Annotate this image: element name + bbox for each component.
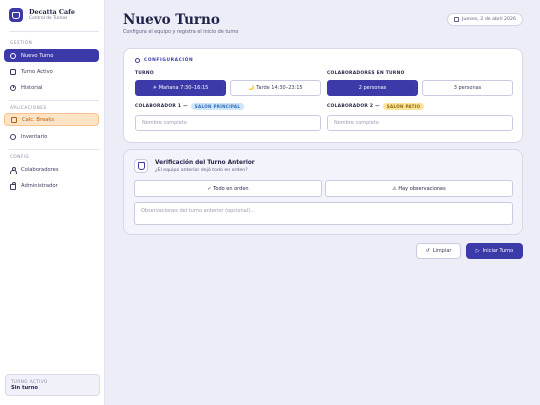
section-label-config: CONFIG [10, 154, 30, 159]
config-section-header: CONFIGURACIÓN [135, 58, 193, 63]
colab-count-option-3[interactable]: 3 personas [422, 80, 513, 96]
calculator-icon [11, 116, 17, 123]
observaciones-textarea[interactable]: Observaciones del turno anterior (opcion… [134, 202, 513, 225]
sidebar-item-turno-activo[interactable]: Turno Activo [4, 65, 99, 78]
collab2-name-input[interactable]: Nombre completo [327, 115, 513, 131]
sidebar-item-label: Historial [21, 84, 43, 91]
divider [9, 149, 99, 150]
sidebar-item-colaboradores[interactable]: Colaboradores [4, 163, 99, 176]
users-icon [10, 166, 17, 174]
sidebar-item-calc-breaks[interactable]: Calc. Breaks [4, 113, 99, 126]
iniciar-turno-label: Iniciar Turno [482, 248, 514, 254]
page-title: Nuevo Turno [123, 12, 220, 28]
sidebar-item-label: Colaboradores [21, 166, 59, 173]
shield-icon [134, 159, 148, 173]
collab1-label: COLABORADOR 1 — SALÓN PRINCIPAL [135, 103, 245, 110]
turno-activo-card: TURNO ACTIVO Sin turno [5, 374, 100, 396]
date-text: Jueves, 2 de abril 2026 [462, 17, 516, 22]
clock-icon [10, 84, 16, 91]
limpiar-button[interactable]: ↺ Limpiar [416, 243, 461, 259]
settings-icon [135, 58, 140, 63]
sidebar-item-nuevo-turno[interactable]: Nuevo Turno [4, 49, 99, 62]
turno-option-manana[interactable]: ☀ Mañana 7:30–16:15 [135, 80, 226, 96]
sidebar-item-administrador[interactable]: Administrador [4, 179, 99, 192]
play-icon: ▷ [475, 248, 480, 254]
sidebar: Decatta Cafe Control de Turnos GESTIÓN N… [0, 0, 105, 405]
collab1-badge: SALÓN PRINCIPAL [190, 103, 245, 110]
hay-observaciones-button[interactable]: ⚠ Hay observaciones [325, 180, 513, 197]
verificacion-subtitle: ¿El equipo anterior dejó todo en orden? [155, 168, 248, 173]
page-subtitle: Configura el equipo y registra el inicio… [123, 29, 239, 35]
sidebar-item-label: Nuevo Turno [21, 52, 54, 59]
brand-subtitle: Control de Turnos [29, 15, 68, 21]
verificacion-card: Verificación del Turno Anterior ¿El equi… [123, 149, 523, 235]
reset-icon: ↺ [425, 248, 430, 254]
limpiar-label: Limpiar [432, 248, 452, 254]
turno-option-tarde[interactable]: 🌙 Tarde 14:30–23:15 [230, 80, 321, 96]
date-badge: Jueves, 2 de abril 2026 [447, 13, 523, 26]
brand-name: Decatta Cafe [29, 7, 75, 16]
cup-icon [9, 8, 23, 22]
brand: Decatta Cafe Control de Turnos [9, 8, 75, 22]
collab2-label-text: COLABORADOR 2 — [327, 104, 380, 109]
sidebar-item-label: Administrador [21, 182, 58, 189]
colab-count-option-2[interactable]: 2 personas [327, 80, 418, 96]
turno-activo-value: Sin turno [11, 385, 39, 391]
sidebar-item-label: Inventario [21, 133, 48, 140]
verificacion-title: Verificación del Turno Anterior [155, 160, 255, 166]
collab1-name-input[interactable]: Nombre completo [135, 115, 321, 131]
turno-label: TURNO [135, 71, 154, 76]
config-card: CONFIGURACIÓN TURNO ☀ Mañana 7:30–16:15 … [123, 48, 523, 143]
collab2-label: COLABORADOR 2 — SALÓN PATIO [327, 103, 425, 110]
config-section-label: CONFIGURACIÓN [144, 58, 194, 63]
turno-activo-label: TURNO ACTIVO [11, 379, 48, 384]
collab2-badge: SALÓN PATIO [382, 103, 425, 110]
plus-circle-icon [10, 52, 16, 59]
sidebar-item-historial[interactable]: Historial [4, 81, 99, 94]
iniciar-turno-button[interactable]: ▷ Iniciar Turno [466, 243, 523, 259]
collab1-label-text: COLABORADOR 1 — [135, 104, 188, 109]
calendar-icon [454, 17, 460, 22]
todo-en-orden-button[interactable]: ✓ Todo en orden [134, 180, 322, 197]
sidebar-item-label: Calc. Breaks [22, 116, 55, 123]
divider [9, 31, 99, 32]
checkbox-icon [10, 68, 16, 75]
box-icon [10, 133, 16, 140]
lock-icon [10, 181, 17, 190]
colab-count-label: COLABORADORES EN TURNO [327, 71, 405, 76]
section-label-aplicaciones: APLICACIONES [10, 105, 47, 110]
divider [9, 100, 99, 101]
sidebar-item-label: Turno Activo [21, 68, 53, 75]
section-label-gestion: GESTIÓN [10, 40, 33, 45]
sidebar-item-inventario[interactable]: Inventario [4, 130, 99, 143]
